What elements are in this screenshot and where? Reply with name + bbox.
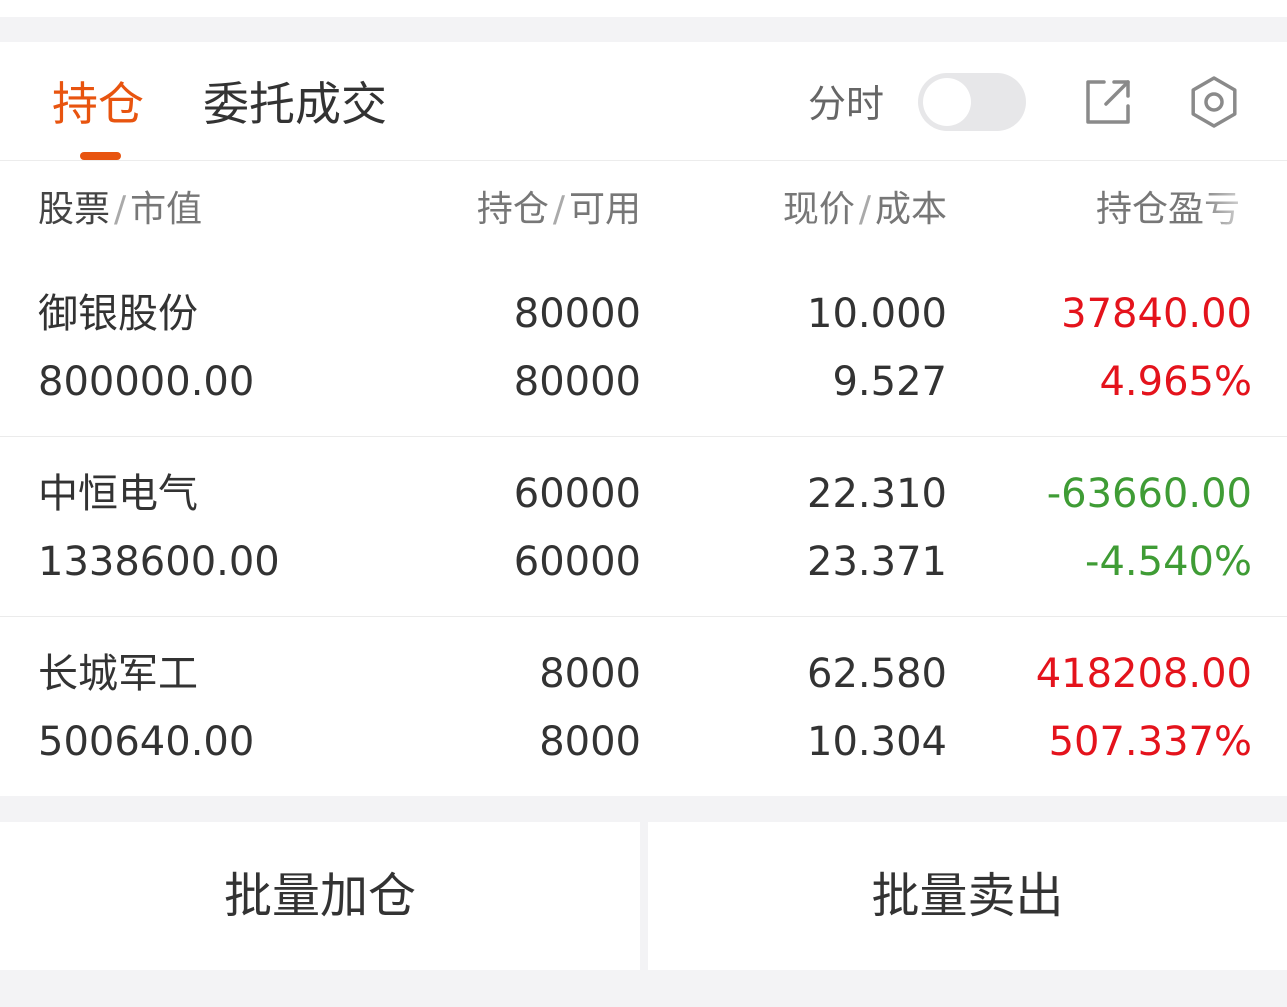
column-header-available: 可用 [568,189,641,230]
batch-add-button[interactable]: 批量加仓 [0,822,640,970]
available-qty: 8000 [539,719,641,765]
column-header-price-cost: 现价 / 成本 [783,188,947,232]
current-price: 62.580 [807,651,947,697]
timeshare-toggle[interactable] [918,73,1026,131]
column-header-position: 持仓 [476,189,549,230]
market-value: 500640.00 [38,719,255,765]
pl-percent: 507.337% [1048,719,1252,765]
pl-amount: 37840.00 [1061,291,1252,337]
settings-gear-icon[interactable] [1186,74,1242,130]
header-fade-mask [1196,182,1287,238]
row-divider [0,616,1287,617]
pl-amount: 418208.00 [1035,651,1252,697]
tab-holdings[interactable]: 持仓 [52,76,144,132]
holding-row[interactable]: 御银股份 800000.00 80000 80000 10.000 9.527 … [0,260,1287,440]
holding-row[interactable]: 长城军工 500640.00 8000 8000 62.580 10.304 4… [0,620,1287,800]
tab-orders-trades[interactable]: 委托成交 [203,76,387,132]
pl-amount: -63660.00 [1046,471,1252,517]
current-price: 22.310 [807,471,947,517]
column-header-market-value: 市值 [130,189,203,230]
timeshare-label: 分时 [808,82,885,126]
active-tab-indicator [80,152,121,160]
cost-price: 23.371 [807,539,947,585]
tab-bar: 持仓 委托成交 分时 [0,42,1287,161]
available-qty: 60000 [513,539,641,585]
holding-row[interactable]: 中恒电气 1338600.00 60000 60000 22.310 23.37… [0,440,1287,620]
holdings-panel: 持仓 委托成交 分时 股票/市值 持仓/可用 现价/成本 持仓盈亏 [0,42,1287,796]
pl-percent: -4.540% [1085,539,1252,585]
column-header-cost: 成本 [874,189,947,230]
column-header-stock-value: 股票 / 市值 [38,188,202,232]
column-header-price: 现价 [782,189,855,230]
position-qty: 8000 [539,651,641,697]
column-header-position-available: 持仓 / 可用 [477,188,641,232]
row-divider [0,436,1287,437]
position-qty: 80000 [513,291,641,337]
separator: / [858,189,871,230]
separator: / [552,189,565,230]
current-price: 10.000 [807,291,947,337]
stock-name: 御银股份 [38,291,198,337]
share-icon[interactable] [1080,74,1136,130]
top-strip [0,0,1287,17]
market-value: 800000.00 [38,359,255,405]
position-qty: 60000 [513,471,641,517]
toggle-knob [923,78,971,126]
separator: / [114,189,127,230]
stock-name: 中恒电气 [38,471,198,517]
pl-percent: 4.965% [1099,359,1252,405]
available-qty: 80000 [513,359,641,405]
market-value: 1338600.00 [38,539,280,585]
stock-name: 长城军工 [38,651,198,697]
batch-sell-button[interactable]: 批量卖出 [648,822,1287,970]
cost-price: 9.527 [832,359,947,405]
column-header-stock: 股票 [38,189,111,230]
cost-price: 10.304 [807,719,947,765]
